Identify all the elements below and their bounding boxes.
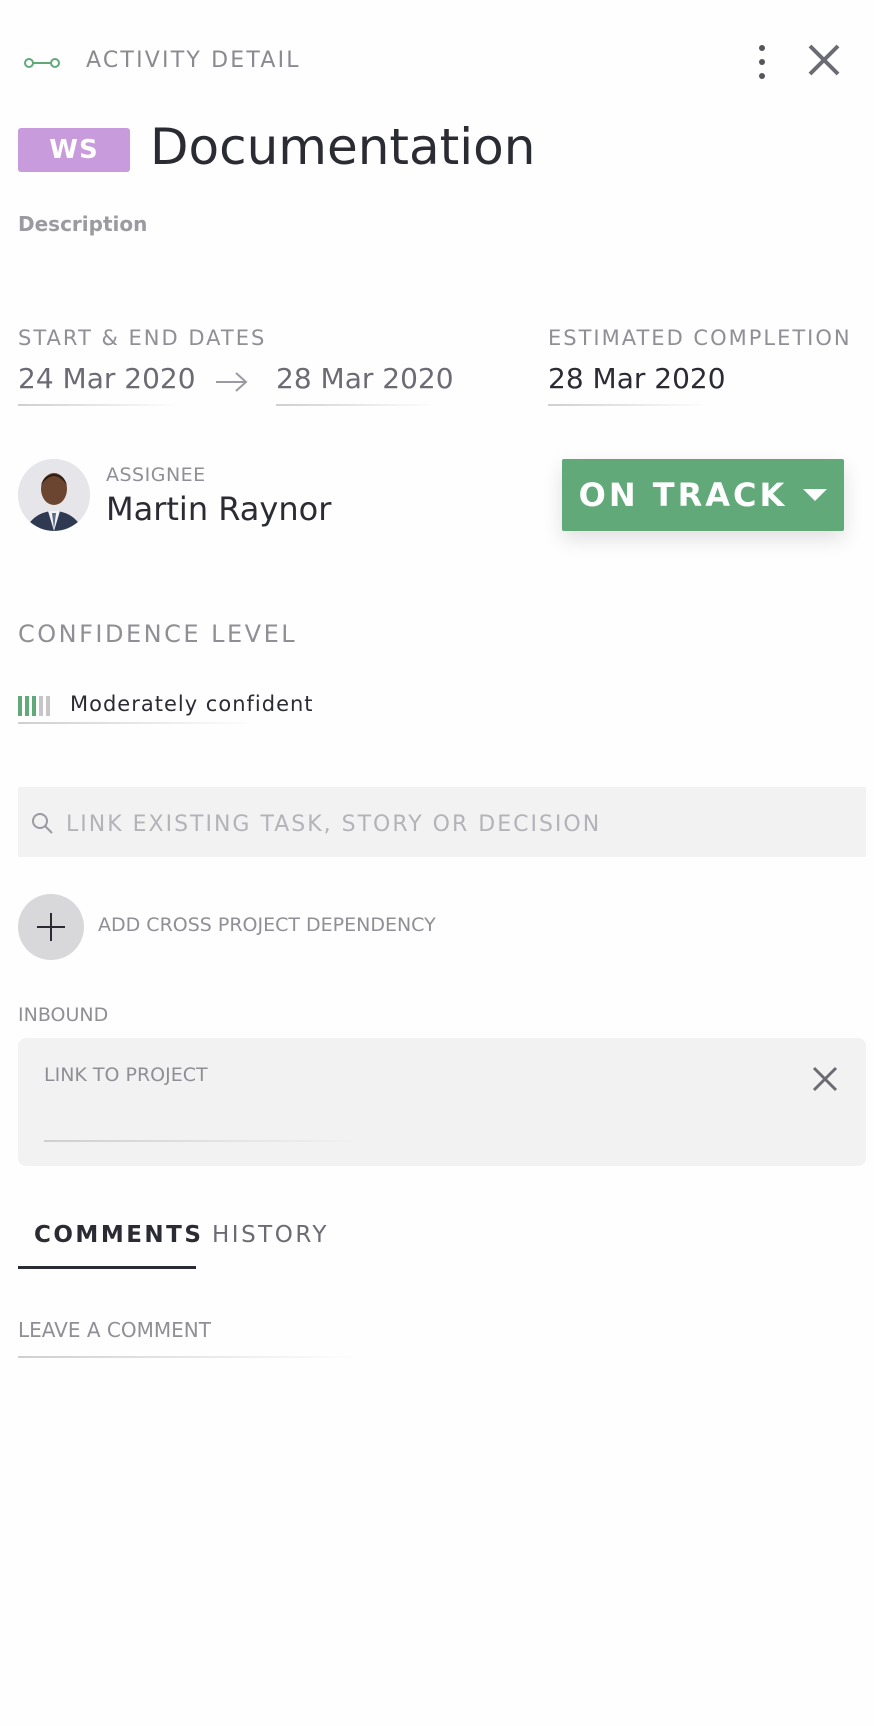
caret-down-icon (803, 489, 828, 501)
confidence-bar-3 (32, 696, 36, 716)
confidence-value[interactable]: Moderately confident (70, 692, 314, 716)
confidence-underline (18, 722, 258, 724)
end-date-underline (276, 404, 436, 406)
more-icon[interactable] (752, 42, 772, 82)
workstream-badge: WS (18, 128, 130, 172)
assignee-label: ASSIGNEE (106, 464, 206, 486)
search-icon (32, 813, 53, 834)
confidence-bar-5 (46, 696, 50, 716)
confidence-bar-4 (39, 696, 43, 716)
tab-comments[interactable]: COMMENTS (34, 1222, 203, 1248)
estimated-completion-date[interactable]: 28 Mar 2020 (548, 362, 726, 395)
inbound-label: INBOUND (18, 1004, 109, 1026)
start-date-underline (18, 404, 178, 406)
add-dependency-button[interactable] (18, 894, 84, 960)
assignee-name[interactable]: Martin Raynor (106, 490, 331, 528)
active-tab-indicator (18, 1266, 196, 1269)
start-date[interactable]: 24 Mar 2020 (18, 362, 196, 395)
remove-dependency-icon[interactable] (810, 1064, 840, 1094)
confidence-label: CONFIDENCE LEVEL (18, 620, 298, 648)
confidence-bar-2 (25, 696, 29, 716)
status-dropdown-button[interactable]: ON TRACK (562, 459, 844, 531)
confidence-bar-1 (18, 696, 22, 716)
add-dependency-label[interactable]: ADD CROSS PROJECT DEPENDENCY (98, 914, 436, 936)
inbound-dependency-card (18, 1038, 866, 1166)
close-icon[interactable] (804, 40, 844, 80)
comment-underline (18, 1356, 358, 1358)
link-icon (24, 58, 60, 68)
estimated-completion-label: ESTIMATED COMPLETION (548, 326, 852, 350)
tab-history[interactable]: HISTORY (212, 1222, 329, 1248)
activity-title[interactable]: Documentation (150, 118, 535, 176)
estimated-date-underline (548, 404, 708, 406)
link-input-underline (44, 1140, 364, 1142)
comment-input[interactable]: LEAVE A COMMENT (18, 1318, 211, 1342)
confidence-meter[interactable] (18, 696, 50, 716)
person-icon (18, 459, 90, 531)
avatar[interactable] (18, 459, 90, 531)
search-placeholder: LINK EXISTING TASK, STORY OR DECISION (66, 812, 602, 837)
panel-title: ACTIVITY DETAIL (86, 48, 301, 73)
link-to-project-input[interactable]: LINK TO PROJECT (44, 1064, 208, 1086)
arrow-right-icon (216, 372, 248, 392)
status-label: ON TRACK (578, 476, 788, 514)
end-date[interactable]: 28 Mar 2020 (276, 362, 454, 395)
dates-label: START & END DATES (18, 326, 267, 350)
plus-icon (37, 913, 65, 941)
description-field[interactable]: Description (18, 212, 147, 236)
